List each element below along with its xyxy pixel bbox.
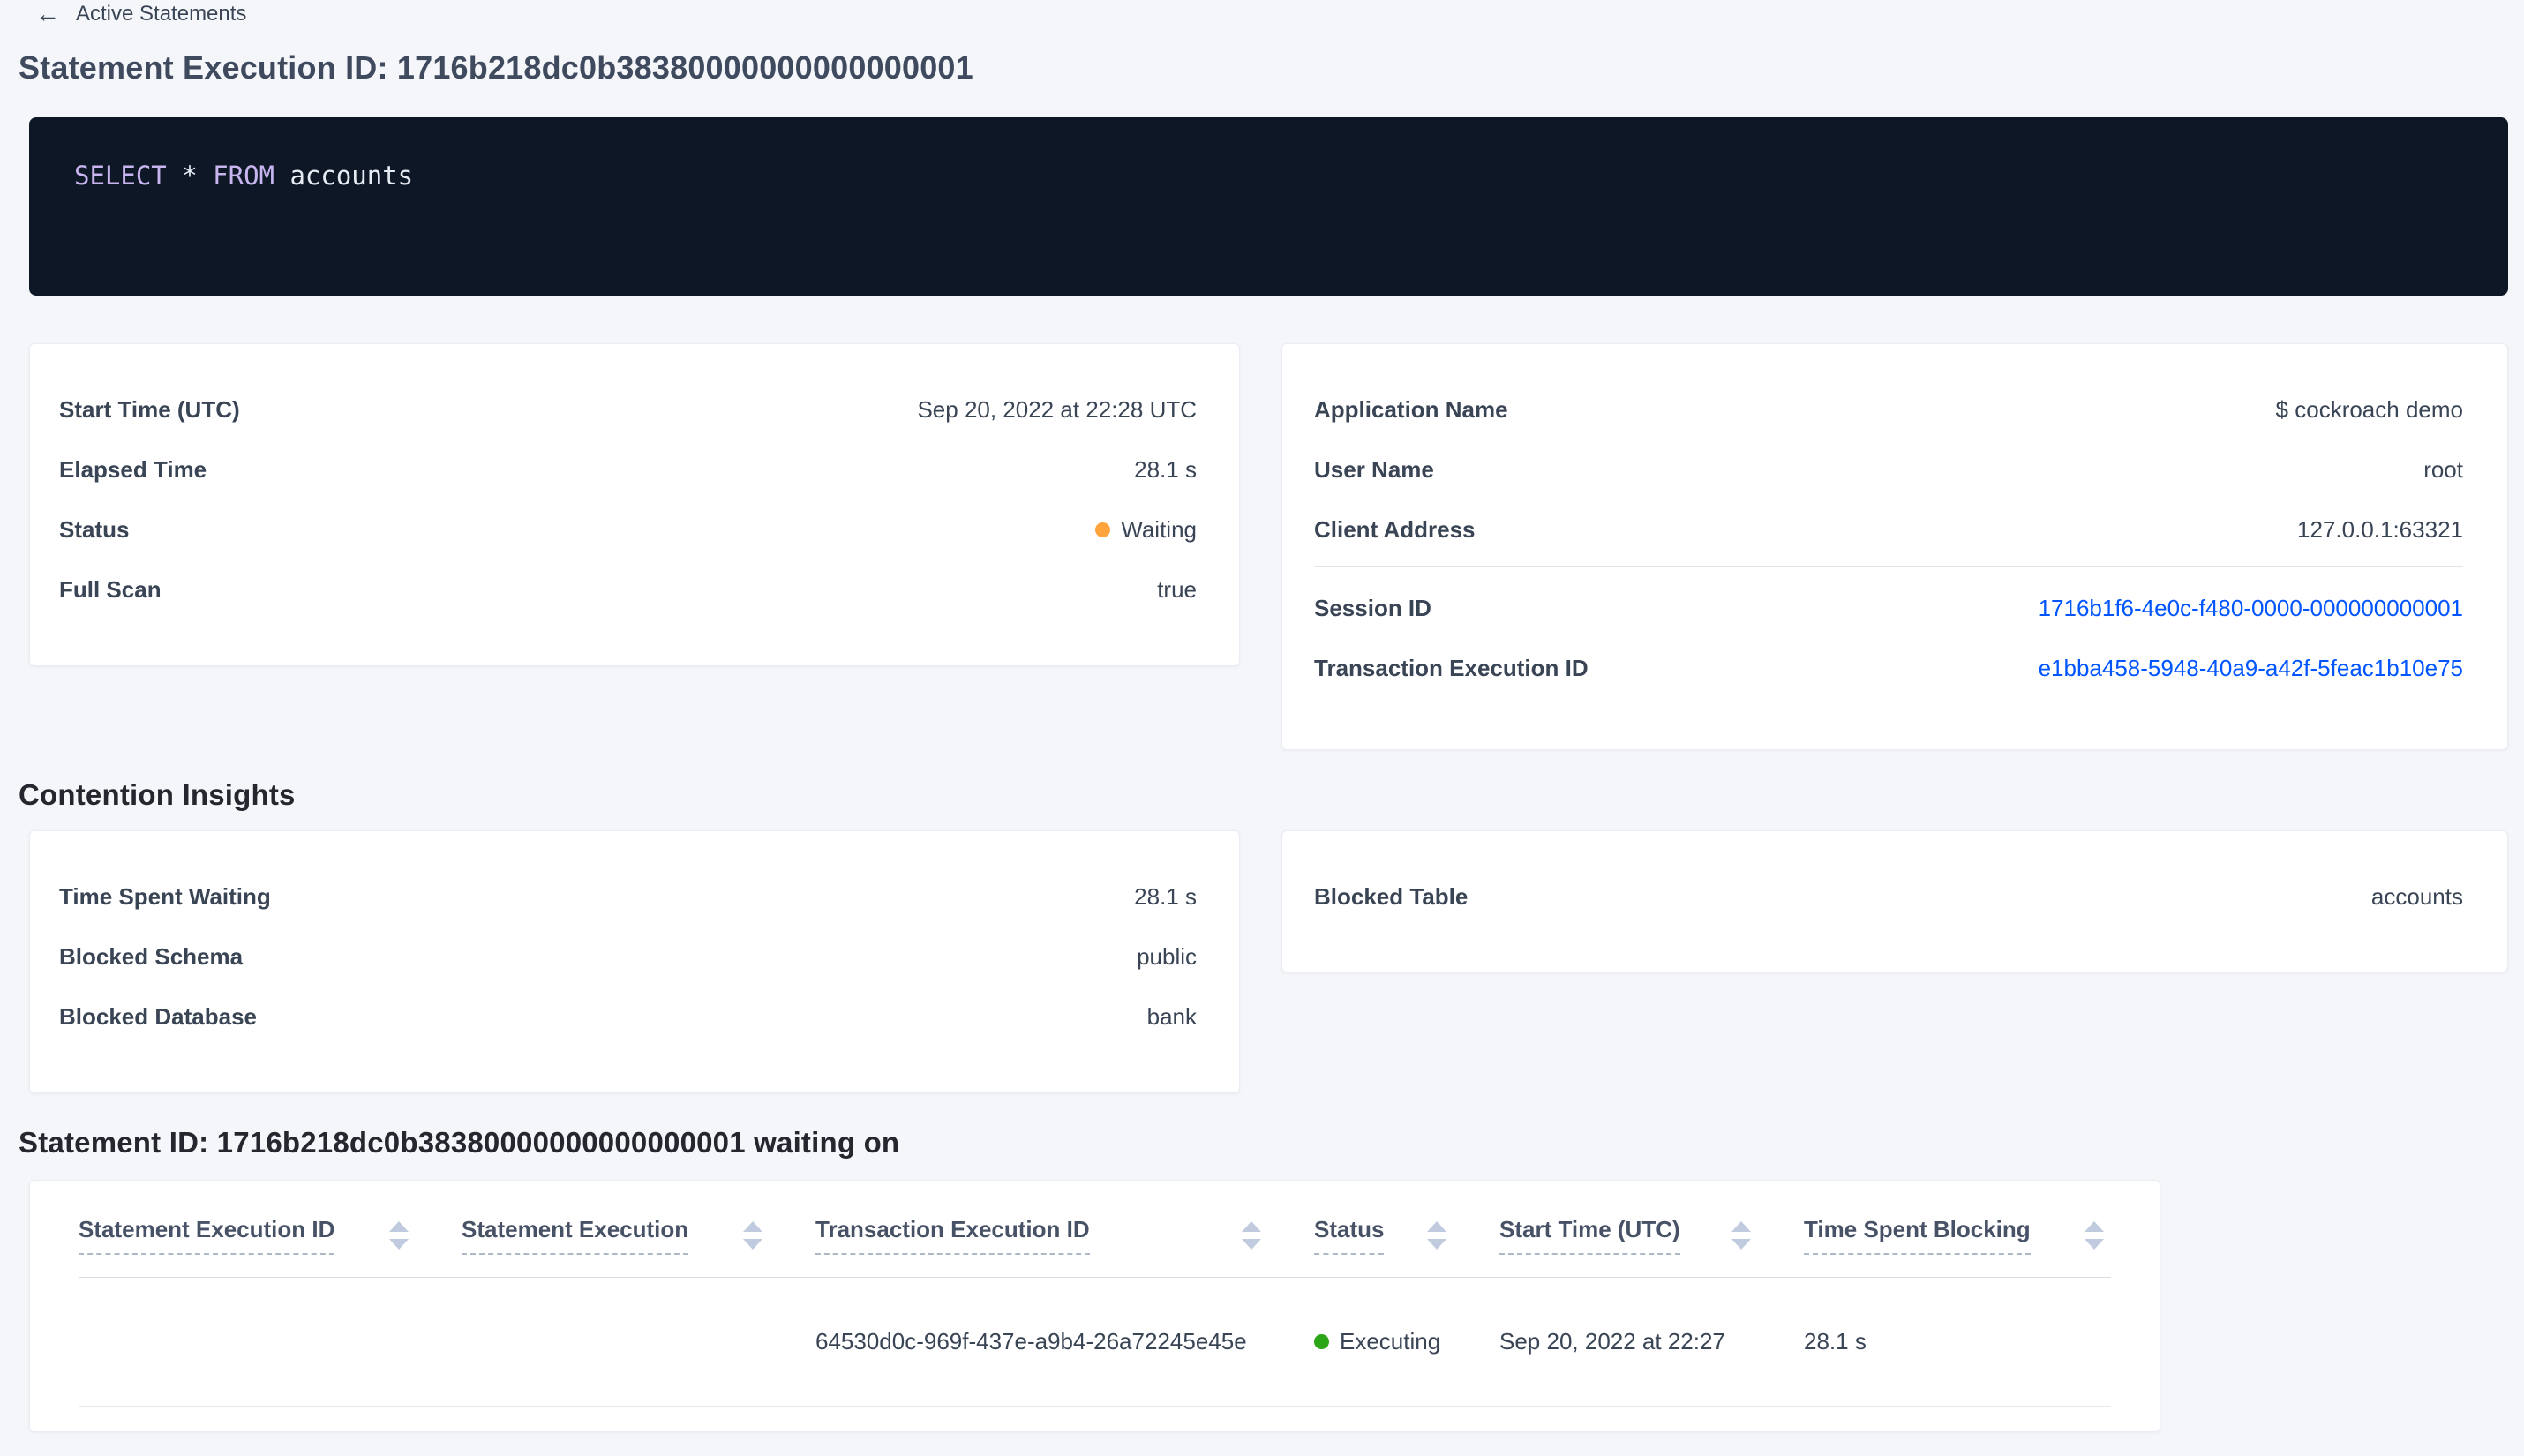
row-blocked-database: Blocked Database bank <box>59 987 1197 1047</box>
row-blocked-table: Blocked Table accounts <box>1314 867 2463 927</box>
row-session-id: Session ID 1716b1f6-4e0c-f480-0000-00000… <box>1314 578 2463 638</box>
breadcrumb-label: Active Statements <box>76 2 247 26</box>
contention-card: Time Spent Waiting 28.1 s Blocked Schema… <box>29 830 1240 1093</box>
column-header-time-spent-blocking[interactable]: Time Spent Blocking <box>1804 1216 2113 1255</box>
column-header-transaction-execution-id[interactable]: Transaction Execution ID <box>815 1216 1314 1255</box>
sort-icon[interactable] <box>1425 1220 1448 1251</box>
page-title: Statement Execution ID: 1716b218dc0b3838… <box>19 49 973 86</box>
row-value: public <box>1137 942 1197 970</box>
column-header-label: Time Spent Blocking <box>1804 1216 2031 1255</box>
row-label: Blocked Schema <box>59 942 244 970</box>
row-value: 28.1 s <box>1134 455 1197 483</box>
row-status: Status Waiting <box>59 499 1197 559</box>
sort-icon[interactable] <box>1730 1220 1753 1251</box>
column-header-statement-execution-id[interactable]: Statement Execution ID <box>79 1216 462 1255</box>
blocked-table-card: Blocked Table accounts <box>1281 830 2508 972</box>
row-value: true <box>1157 575 1197 603</box>
row-transaction-execution-id: Transaction Execution ID e1bba458-5948-4… <box>1314 638 2463 698</box>
contention-insights-heading: Contention Insights <box>19 778 296 811</box>
cell-transaction-execution-id: 64530d0c-969f-437e-a9b4-26a72245e45e <box>815 1328 1247 1355</box>
sql-text: accounts <box>274 161 414 191</box>
row-full-scan: Full Scan true <box>59 559 1197 619</box>
column-header-label: Start Time (UTC) <box>1499 1216 1680 1255</box>
column-header-label: Status <box>1314 1216 1385 1255</box>
sort-icon[interactable] <box>741 1220 764 1251</box>
row-value: root <box>2423 455 2463 483</box>
sql-statement-box: SELECT * FROM accounts <box>29 117 2508 296</box>
row-client-address: Client Address 127.0.0.1:63321 <box>1314 499 2463 559</box>
row-label: Transaction Execution ID <box>1314 654 1589 681</box>
sort-icon[interactable] <box>2083 1220 2106 1251</box>
status-text: Waiting <box>1121 515 1197 543</box>
row-elapsed-time: Elapsed Time 28.1 s <box>59 439 1197 499</box>
session-id-link[interactable]: 1716b1f6-4e0c-f480-0000-000000000001 <box>2039 595 2463 622</box>
overview-card: Start Time (UTC) Sep 20, 2022 at 22:28 U… <box>29 343 1240 666</box>
waiting-status-dot-icon <box>1095 522 1111 537</box>
row-label: Full Scan <box>59 575 162 603</box>
row-value: 127.0.0.1:63321 <box>2297 515 2463 543</box>
status-badge: Waiting <box>1095 516 1197 544</box>
row-label: Blocked Database <box>59 1002 257 1030</box>
sql-keyword: SELECT <box>74 161 167 191</box>
row-label: Status <box>59 515 130 543</box>
row-value: Sep 20, 2022 at 22:28 UTC <box>917 395 1197 423</box>
table-row: 64530d0c-969f-437e-a9b4-26a72245e45e Exe… <box>79 1278 2111 1407</box>
row-label: User Name <box>1314 455 1434 483</box>
transaction-execution-id-link[interactable]: e1bba458-5948-40a9-a42f-5feac1b10e75 <box>2039 655 2463 682</box>
waiting-on-table: Statement Execution ID Statement Executi… <box>29 1180 2160 1432</box>
column-header-start-time[interactable]: Start Time (UTC) <box>1499 1216 1804 1255</box>
sort-icon[interactable] <box>1240 1220 1263 1251</box>
row-start-time: Start Time (UTC) Sep 20, 2022 at 22:28 U… <box>59 379 1197 439</box>
column-header-label: Transaction Execution ID <box>815 1216 1090 1255</box>
column-header-label: Statement Execution ID <box>79 1216 335 1255</box>
card-divider <box>1314 566 2463 567</box>
row-time-spent-waiting: Time Spent Waiting 28.1 s <box>59 867 1197 927</box>
sql-text: * <box>166 161 214 191</box>
status-text: Executing <box>1340 1328 1441 1355</box>
row-label: Client Address <box>1314 515 1476 543</box>
row-blocked-schema: Blocked Schema public <box>59 927 1197 987</box>
row-value: accounts <box>2370 882 2463 910</box>
row-label: Blocked Table <box>1314 882 1469 910</box>
sql-keyword: FROM <box>213 161 274 191</box>
row-label: Elapsed Time <box>59 455 207 483</box>
cell-time-spent-blocking: 28.1 s <box>1804 1328 1867 1355</box>
row-label: Time Spent Waiting <box>59 882 271 910</box>
row-user-name: User Name root <box>1314 439 2463 499</box>
breadcrumb-active-statements[interactable]: ← Active Statements <box>35 2 246 26</box>
table-header-row: Statement Execution ID Statement Executi… <box>79 1181 2111 1278</box>
column-header-label: Statement Execution <box>462 1216 689 1255</box>
statement-execution-details-page: ← Active Statements Statement Execution … <box>0 0 2524 1456</box>
row-value: $ cockroach demo <box>2275 395 2463 423</box>
waiting-on-heading: Statement ID: 1716b218dc0b38380000000000… <box>19 1126 900 1159</box>
session-card: Application Name $ cockroach demo User N… <box>1281 343 2508 750</box>
cell-start-time: Sep 20, 2022 at 22:27 <box>1499 1328 1725 1355</box>
cell-status: Executing <box>1314 1328 1499 1355</box>
row-label: Application Name <box>1314 395 1508 423</box>
row-value: 28.1 s <box>1134 882 1197 910</box>
back-arrow-icon: ← <box>35 0 60 27</box>
row-application-name: Application Name $ cockroach demo <box>1314 379 2463 439</box>
row-label: Start Time (UTC) <box>59 395 240 423</box>
executing-status-dot-icon <box>1314 1334 1329 1349</box>
column-header-status[interactable]: Status <box>1314 1216 1499 1255</box>
sql-statement-text: SELECT * FROM accounts <box>74 161 413 191</box>
sort-icon[interactable] <box>387 1220 410 1251</box>
row-label: Session ID <box>1314 594 1431 621</box>
column-header-statement-execution[interactable]: Statement Execution <box>462 1216 815 1255</box>
row-value: bank <box>1146 1002 1197 1030</box>
